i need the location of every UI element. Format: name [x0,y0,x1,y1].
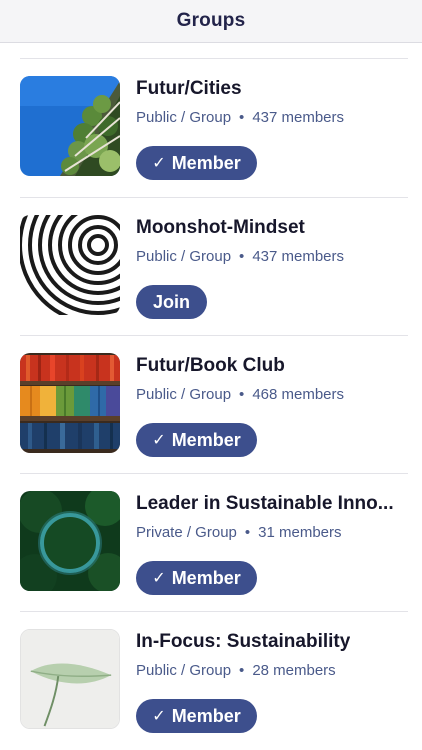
group-name[interactable]: Futur/Book Club [136,355,285,377]
group-members-count: 468 members [252,386,345,403]
group-name[interactable]: In-Focus: Sustainability [136,631,350,653]
group-members-count: 437 members [252,248,345,265]
member-button[interactable]: ✓ Member [136,423,257,457]
group-members-count: 28 members [252,662,336,679]
member-button[interactable]: ✓ Member [136,561,257,595]
group-image-leaf[interactable] [20,629,120,729]
group-row-moonshot-mindset[interactable]: Moonshot-Mindset Public / Group • 437 memb… [0,198,422,336]
group-name[interactable]: Leader in Sustainable Inno... [136,493,394,515]
group-name[interactable]: Futur/Cities [136,78,242,100]
page-title: Groups [176,10,246,31]
button-label: Join [152,291,190,312]
checkmark-icon: ✓ [152,155,166,172]
group-members-count: 437 members [252,109,345,126]
separator-dot: • [239,662,245,679]
group-visibility: Public / Group [136,662,232,679]
top-bar: Groups [0,0,422,43]
group-visibility: Public / Group [136,109,232,126]
button-label: Member [171,429,241,450]
group-row-futur-book-club[interactable]: Futur/Book Club Public / Group • 468 membe… [0,336,422,474]
group-name[interactable]: Moonshot-Mindset [136,217,305,239]
checkmark-icon: ✓ [152,432,166,449]
member-button[interactable]: ✓ Member [136,699,257,733]
checkmark-icon: ✓ [152,570,166,587]
join-button[interactable]: Join [136,285,207,319]
button-label: Member [171,152,241,173]
separator-dot: • [244,524,251,541]
separator-dot: • [239,248,245,265]
group-members-count: 31 members [258,524,342,541]
button-label: Member [171,705,241,726]
group-visibility: Public / Group [136,248,232,265]
group-image-forest-ring[interactable] [20,491,120,591]
group-row-futur-cities[interactable]: Futur/Cities Public / Group • 437 members … [0,59,422,197]
checkmark-icon: ✓ [152,708,166,725]
group-visibility: Private / Group [136,524,237,541]
group-image-spiral[interactable] [20,215,120,315]
group-image-vertical-forest[interactable] [20,76,120,176]
group-visibility: Public / Group [136,386,232,403]
group-row-leader-sustainable-innovation[interactable]: Leader in Sustainable Inno... Private / … [0,474,422,612]
group-image-bookshelf[interactable] [20,353,120,453]
group-meta: Private / Group • 31 members [136,524,342,541]
group-meta: Public / Group • 437 members [136,248,344,265]
separator-dot: • [239,109,245,126]
group-meta: Public / Group • 437 members [136,109,344,126]
separator-dot: • [239,386,245,403]
group-meta: Public / Group • 468 members [136,386,344,403]
group-meta: Public / Group • 28 members [136,662,336,679]
button-label: Member [171,567,241,588]
member-button[interactable]: ✓ Member [136,146,257,180]
group-row-in-focus-sustainability[interactable]: In-Focus: Sustainability Public / Group •… [0,612,422,750]
